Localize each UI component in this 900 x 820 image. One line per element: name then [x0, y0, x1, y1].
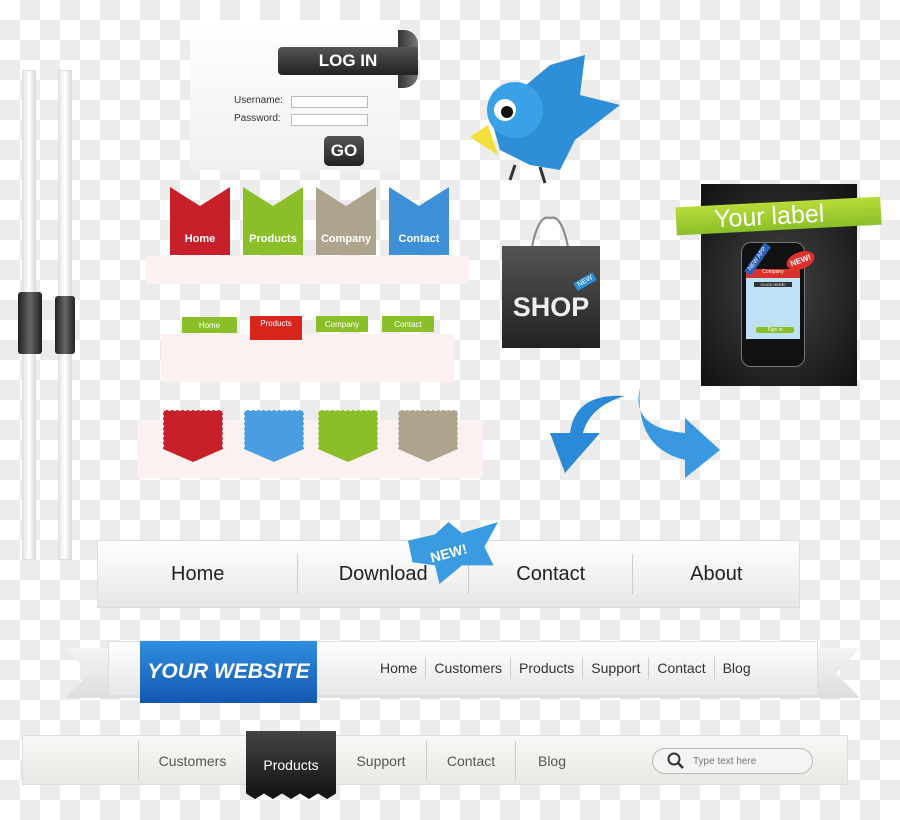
small-tab-products[interactable]: Products — [250, 316, 302, 340]
tab-home[interactable]: Home — [170, 187, 230, 255]
login-title: LOG IN — [278, 47, 418, 75]
small-tab-company[interactable]: Company — [316, 316, 368, 332]
shelf — [146, 256, 469, 284]
nav-customers[interactable]: Customers — [139, 753, 246, 769]
curved-arrows-icon — [550, 388, 720, 478]
nav-customers[interactable]: Customers — [426, 660, 510, 676]
small-tab-contact[interactable]: Contact — [382, 316, 434, 332]
big-tab-row: Home Products Company Contact — [170, 187, 449, 255]
nav-products[interactable]: Products — [511, 660, 582, 676]
username-field[interactable] — [291, 96, 368, 108]
sign-in-button[interactable]: Sign in — [756, 327, 794, 333]
search-nav-links: Customers Products Support Contact Blog — [138, 731, 588, 799]
nav-blog[interactable]: Blog — [715, 660, 759, 676]
login-panel — [190, 20, 400, 170]
slider-handle[interactable] — [55, 296, 75, 354]
nav-contact[interactable]: Contact — [469, 563, 633, 586]
search-box[interactable] — [652, 748, 813, 774]
tab-contact[interactable]: Contact — [389, 187, 449, 255]
password-label: Password: — [234, 113, 281, 124]
tab-products[interactable]: Products — [243, 187, 303, 255]
nav-support[interactable]: Support — [583, 660, 648, 676]
tab-company[interactable]: Company — [316, 187, 376, 255]
nav-contact[interactable]: Contact — [649, 660, 713, 676]
search-icon — [667, 752, 684, 769]
nav-contact[interactable]: Contact — [427, 753, 515, 769]
website-nav-links: Home Customers Products Support Contact … — [372, 656, 759, 680]
bird-icon — [470, 55, 620, 184]
nav-blog[interactable]: Blog — [516, 753, 588, 769]
shop-bag[interactable]: SHOP — [502, 246, 600, 348]
search-input[interactable] — [693, 755, 803, 767]
brand-logo[interactable]: YOUR WEBSITE — [140, 641, 317, 703]
go-button[interactable]: GO — [324, 136, 364, 166]
shop-label: SHOP — [512, 291, 590, 322]
shelf — [161, 334, 454, 382]
small-tab-home[interactable]: Home — [182, 317, 237, 333]
username-label: Username: — [234, 95, 283, 106]
password-field[interactable] — [291, 114, 368, 126]
nav-support[interactable]: Support — [336, 753, 426, 769]
slider-handle[interactable] — [18, 292, 42, 354]
nav-about[interactable]: About — [633, 563, 799, 586]
nav-home[interactable]: Home — [372, 660, 425, 676]
nav-products-active[interactable]: Products — [246, 731, 336, 799]
nav-home[interactable]: Home — [98, 563, 297, 586]
click-here-button[interactable]: CLICK HERE! — [754, 282, 792, 287]
